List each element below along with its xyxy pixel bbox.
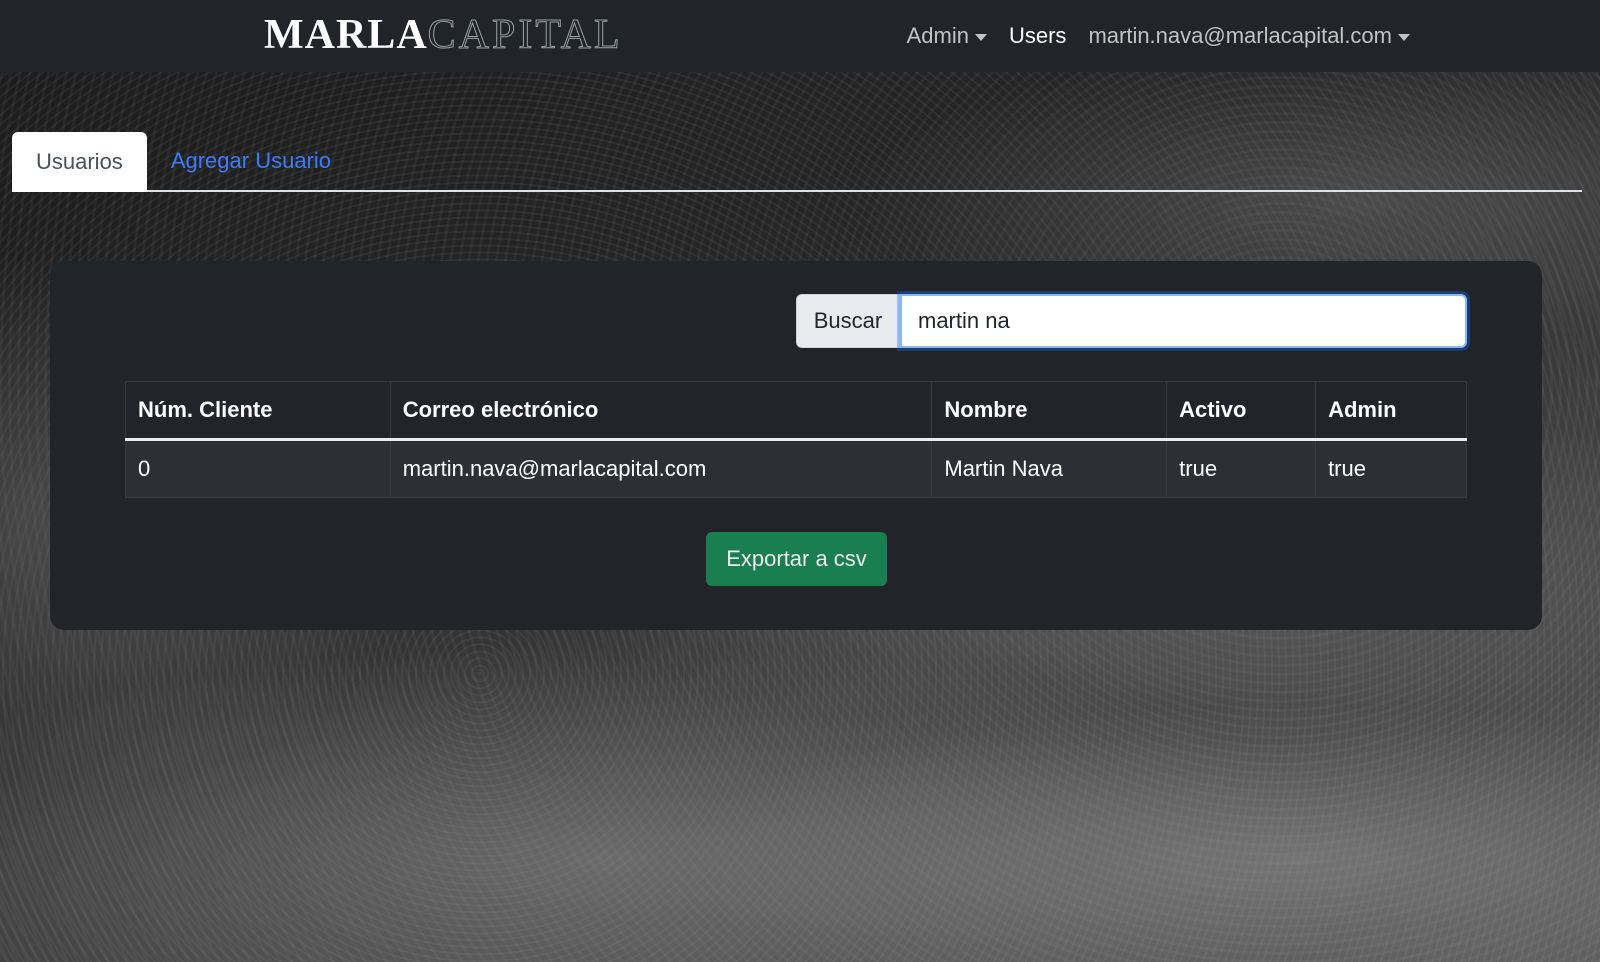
- table-row[interactable]: 0 martin.nava@marlacapital.com Martin Na…: [125, 439, 1467, 498]
- brand-logo-bold: MARLA: [264, 12, 428, 58]
- column-header-email[interactable]: Correo electrónico: [389, 381, 933, 440]
- users-card: Buscar Núm. Cliente Correo electrónico N…: [50, 261, 1542, 630]
- column-header-admin[interactable]: Admin: [1315, 381, 1467, 440]
- account-dropdown[interactable]: martin.nava@marlacapital.com: [1088, 23, 1410, 49]
- tab-bar: Usuarios Agregar Usuario: [12, 132, 1582, 192]
- users-link-label: Users: [1008, 23, 1067, 48]
- users-table: Núm. Cliente Correo electrónico Nombre A…: [125, 381, 1467, 498]
- tab-agregar-usuario-label: Agregar Usuario: [170, 148, 331, 173]
- cell-active: true: [1166, 439, 1317, 498]
- admin-dropdown-label: Admin: [906, 23, 969, 48]
- account-dropdown-label: martin.nava@marlacapital.com: [1088, 23, 1392, 48]
- search-input[interactable]: [900, 294, 1467, 348]
- chevron-down-icon: [1398, 33, 1410, 41]
- column-header-name[interactable]: Nombre: [931, 381, 1168, 440]
- cell-name: Martin Nava: [931, 439, 1168, 498]
- users-link[interactable]: Users: [1009, 23, 1066, 49]
- cell-email: martin.nava@marlacapital.com: [389, 439, 933, 498]
- search-group: Buscar: [796, 294, 1467, 348]
- column-header-client-number[interactable]: Núm. Cliente: [125, 381, 391, 440]
- tab-usuarios[interactable]: Usuarios: [12, 132, 147, 192]
- table-header-row: Núm. Cliente Correo electrónico Nombre A…: [125, 381, 1467, 440]
- search-label: Buscar: [796, 294, 900, 348]
- column-header-active[interactable]: Activo: [1166, 381, 1317, 440]
- chevron-down-icon: [974, 33, 987, 41]
- brand-logo-light: CAPITAL: [427, 12, 623, 58]
- tab-agregar-usuario[interactable]: Agregar Usuario: [147, 132, 355, 190]
- tab-usuarios-label: Usuarios: [36, 149, 123, 174]
- export-csv-button[interactable]: Exportar a csv: [706, 532, 887, 586]
- navbar: MARLA CAPITAL Admin Users martin.nava@mar…: [0, 0, 1600, 72]
- navbar-menu: Admin Users martin.nava@marlacapital.com: [907, 0, 1410, 72]
- cell-client-number: 0: [125, 439, 391, 498]
- admin-dropdown[interactable]: Admin: [907, 23, 987, 49]
- cell-admin: true: [1315, 439, 1467, 498]
- brand-logo[interactable]: MARLA CAPITAL: [264, 10, 623, 60]
